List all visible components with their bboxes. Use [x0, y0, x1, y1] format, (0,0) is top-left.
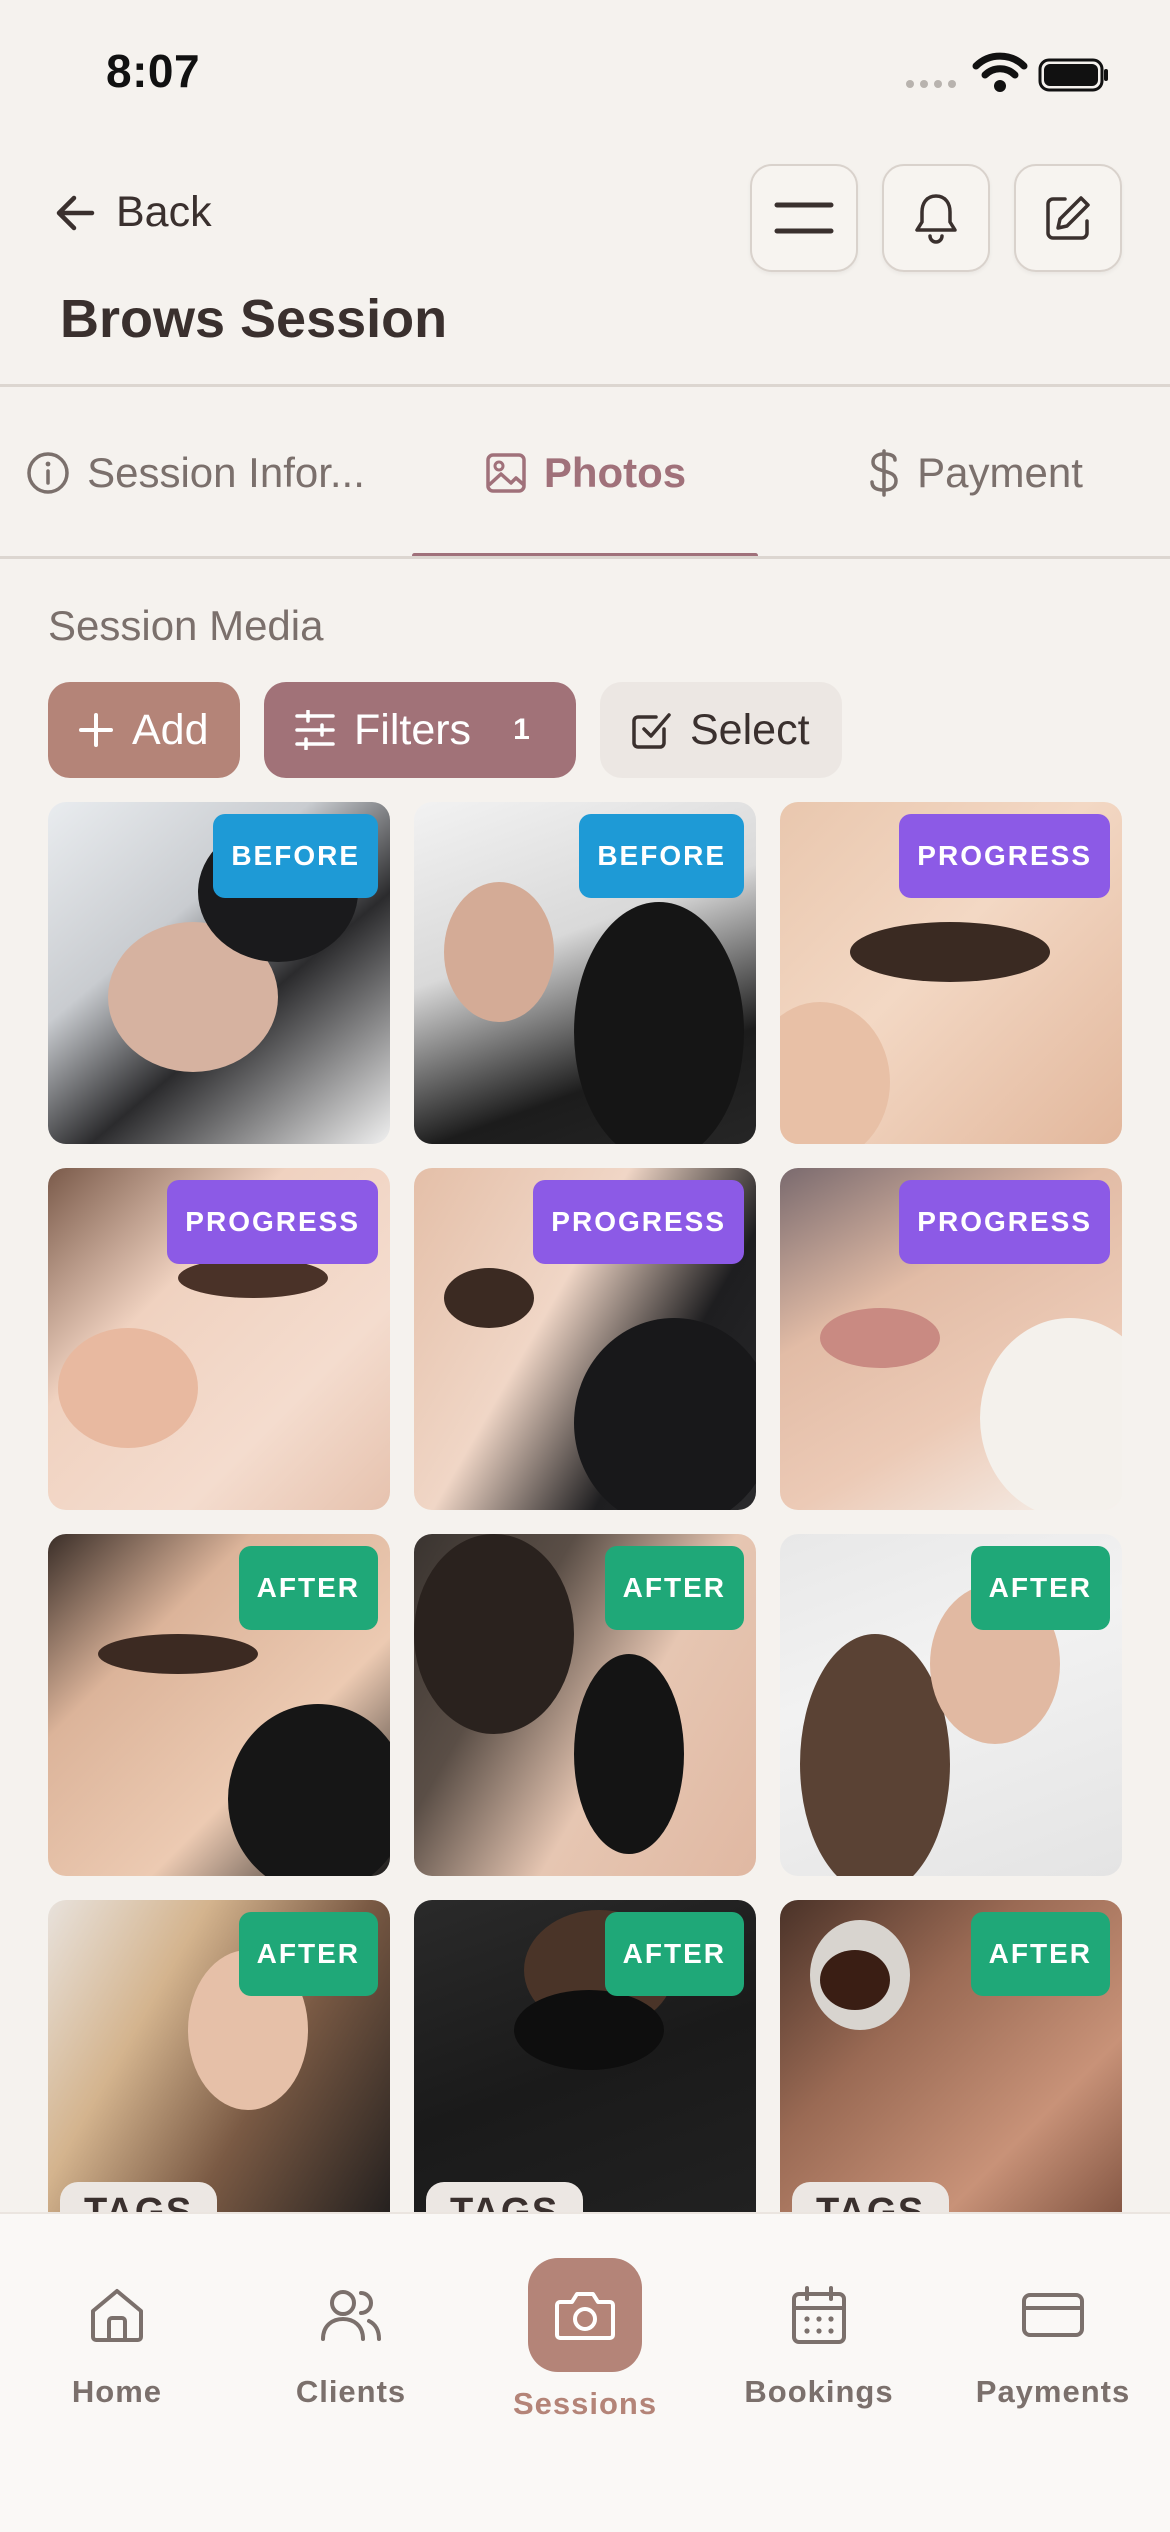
photo-badge: AFTER: [604, 1546, 744, 1630]
sliders-icon: [295, 710, 335, 750]
photo-badge: AFTER: [970, 1546, 1110, 1630]
signal-icon: [906, 80, 956, 88]
section-title: Session Media: [48, 602, 324, 649]
back-button[interactable]: Back: [52, 188, 212, 237]
credit-card-icon: [1022, 2293, 1084, 2337]
photo-badge: PROGRESS: [899, 814, 1110, 898]
tab-label: Payment: [917, 449, 1083, 496]
photo-badge: PROGRESS: [167, 1180, 378, 1264]
image-icon: [486, 453, 526, 493]
photo-thumbnail[interactable]: AFTER: [780, 1534, 1122, 1876]
media-actions: Add Filters 1 Select: [48, 682, 842, 778]
status-time: 8:07: [106, 45, 201, 97]
nav-clients[interactable]: Clients: [241, 2214, 461, 2532]
filters-label: Filters: [354, 705, 472, 754]
menu-button[interactable]: [750, 164, 858, 272]
photo-thumbnail[interactable]: PROGRESS: [414, 1168, 756, 1510]
add-label: Add: [132, 705, 209, 754]
plus-icon: [79, 713, 113, 747]
info-icon: [27, 452, 69, 494]
photo-badge: PROGRESS: [533, 1180, 744, 1264]
tags-chip[interactable]: TAGS: [792, 2182, 949, 2212]
tags-chip[interactable]: TAGS: [426, 2182, 583, 2212]
photo-badge: BEFORE: [213, 814, 378, 898]
menu-icon: [774, 202, 834, 234]
photo-grid: BEFORE BEFORE PROGRESS PROGRESS PROGRESS…: [48, 802, 1122, 2212]
photo-badge: AFTER: [238, 1546, 378, 1630]
divider: [0, 556, 1170, 559]
photo-thumbnail[interactable]: AFTER TAGS: [780, 1900, 1122, 2212]
back-label: Back: [116, 188, 212, 236]
photo-thumbnail[interactable]: BEFORE: [414, 802, 756, 1144]
nav-payments[interactable]: Payments: [943, 2214, 1163, 2532]
home-icon: [91, 2289, 143, 2342]
photo-thumbnail[interactable]: BEFORE: [48, 802, 390, 1144]
notifications-button[interactable]: [882, 164, 990, 272]
page-title: Brows Session: [60, 289, 448, 349]
select-label: Select: [690, 705, 810, 754]
wifi-icon: [972, 52, 1028, 92]
tab-label: Session Infor...: [87, 449, 365, 496]
photo-grid-container: BEFORE BEFORE PROGRESS PROGRESS PROGRESS…: [48, 802, 1122, 2212]
photo-badge: AFTER: [970, 1912, 1110, 1996]
nav-label: Sessions: [512, 2386, 658, 2421]
photo-thumbnail[interactable]: AFTER: [414, 1534, 756, 1876]
nav-label: Home: [71, 2374, 163, 2409]
bell-icon: [915, 194, 957, 244]
filters-count-badge: 1: [513, 713, 530, 746]
photo-thumbnail[interactable]: AFTER: [48, 1534, 390, 1876]
tab-label: Photos: [543, 449, 687, 496]
divider: [0, 384, 1170, 387]
photo-thumbnail[interactable]: AFTER TAGS: [414, 1900, 756, 2212]
tags-chip[interactable]: TAGS: [60, 2182, 217, 2212]
nav-label: Clients: [295, 2374, 407, 2409]
checkbox-icon: [632, 713, 671, 749]
nav-bookings[interactable]: Bookings: [709, 2214, 929, 2532]
photo-badge: BEFORE: [579, 814, 744, 898]
photo-thumbnail[interactable]: PROGRESS: [48, 1168, 390, 1510]
nav-label: Payments: [975, 2374, 1131, 2409]
nav-home[interactable]: Home: [7, 2214, 227, 2532]
photo-thumbnail[interactable]: PROGRESS: [780, 802, 1122, 1144]
select-button[interactable]: Select: [600, 682, 842, 778]
battery-icon: [1038, 58, 1108, 92]
photo-badge: AFTER: [238, 1912, 378, 1996]
dollar-icon: [870, 449, 898, 497]
filters-button[interactable]: Filters 1: [264, 682, 576, 778]
photo-badge: AFTER: [604, 1912, 744, 1996]
add-button[interactable]: Add: [48, 682, 240, 778]
arrow-left-icon: [56, 195, 95, 230]
users-icon: [321, 2290, 381, 2341]
nav-sessions[interactable]: Sessions: [475, 2214, 695, 2532]
photo-thumbnail[interactable]: AFTER TAGS: [48, 1900, 390, 2212]
header-actions: [750, 164, 1122, 272]
tab-bar: Session Infor... Photos Payment: [0, 388, 1170, 558]
camera-icon: [555, 2292, 615, 2340]
nav-label: Bookings: [744, 2374, 894, 2409]
status-bar: 8:07: [0, 0, 1170, 150]
photo-badge: PROGRESS: [899, 1180, 1110, 1264]
tab-session-info[interactable]: Session Infor...: [0, 388, 390, 558]
tab-photos[interactable]: Photos: [390, 388, 780, 558]
edit-button[interactable]: [1014, 164, 1122, 272]
bottom-nav: Home Clients Sessions Bookings Payments: [0, 2212, 1170, 2532]
calendar-icon: [792, 2286, 846, 2344]
tab-payment[interactable]: Payment: [780, 388, 1170, 558]
edit-icon: [1046, 196, 1090, 240]
photo-thumbnail[interactable]: PROGRESS: [780, 1168, 1122, 1510]
